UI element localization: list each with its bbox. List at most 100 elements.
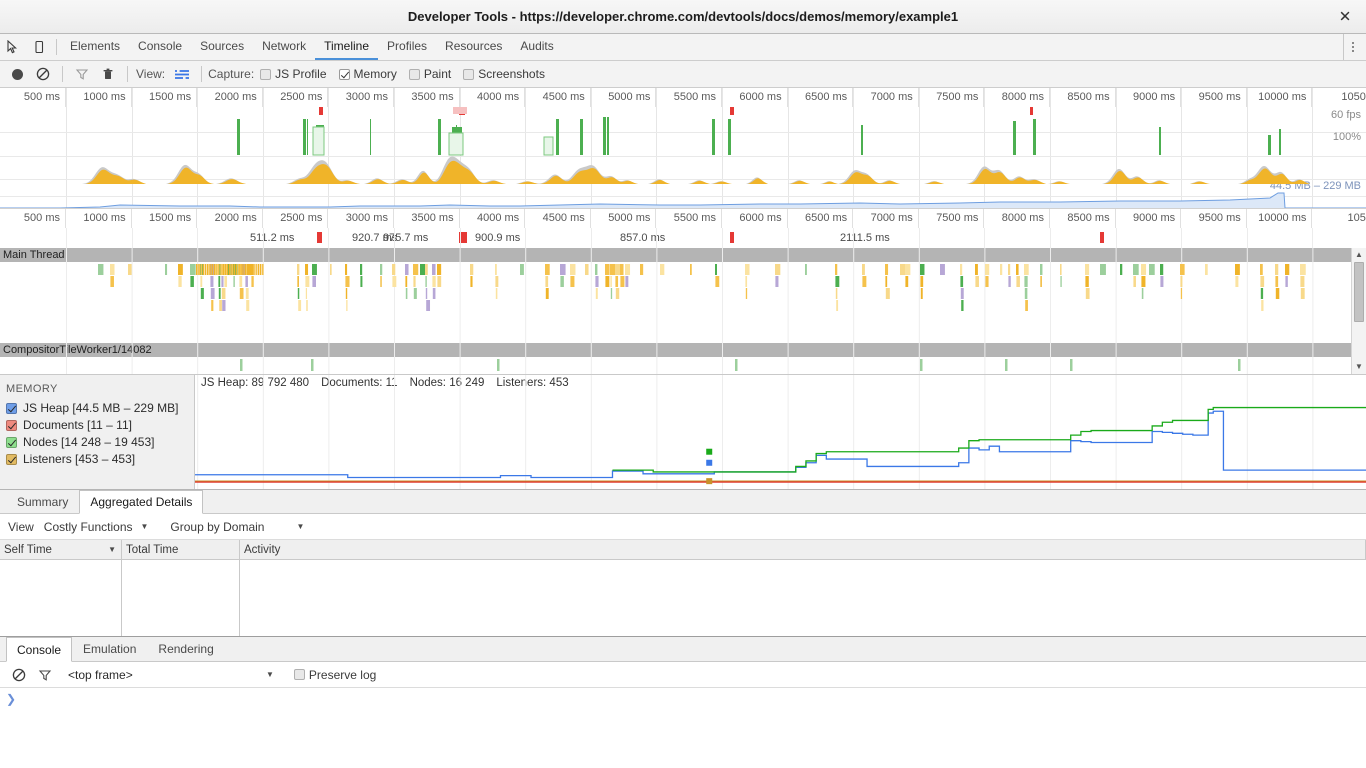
- flame-chart[interactable]: Main Thread CompositorTileWorker1/14082 …: [0, 248, 1366, 374]
- execution-context-value[interactable]: <top frame>: [68, 668, 258, 682]
- select-value: Costly Functions: [44, 520, 133, 534]
- tab-network[interactable]: Network: [253, 34, 315, 60]
- gridline: [66, 228, 67, 248]
- ruler-tick: 6500 ms: [788, 88, 854, 107]
- more-options-icon[interactable]: [1343, 34, 1362, 60]
- frame-durations: 975.7 ms511.2 ms920.7 ms900.9 ms857.0 ms…: [0, 228, 1366, 248]
- inspect-cursor-icon[interactable]: [0, 34, 26, 60]
- drawer-tab-console[interactable]: Console: [6, 637, 72, 662]
- details-tab-bar: Summary Aggregated Details: [0, 489, 1366, 514]
- gridline: [1312, 228, 1313, 248]
- ruler-tick: 3500 ms: [394, 88, 460, 107]
- table-cell-total-time: [122, 560, 240, 636]
- memory-counter-nodes[interactable]: Nodes [14 248 – 19 453]: [6, 435, 194, 449]
- checkbox-box: [260, 69, 271, 80]
- flame-chart-scrollbar[interactable]: ▲ ▼: [1351, 248, 1366, 374]
- sort-descending-icon: ▼: [108, 540, 116, 560]
- tab-profiles[interactable]: Profiles: [378, 34, 436, 60]
- capture-screenshots-checkbox[interactable]: Screenshots: [463, 67, 545, 81]
- ruler-tick: 4500 ms: [525, 88, 591, 107]
- memory-counter-js-heap[interactable]: JS Heap [44.5 MB – 229 MB]: [6, 401, 194, 415]
- memory-counter-listeners[interactable]: Listeners [453 – 453]: [6, 452, 194, 466]
- device-toolbar-icon[interactable]: [26, 34, 52, 60]
- checkbox-box: [409, 69, 420, 80]
- details-table-body[interactable]: [0, 560, 1366, 636]
- gridline: [722, 228, 723, 248]
- checkbox-box: [6, 420, 17, 431]
- scroll-down-icon[interactable]: ▼: [1352, 360, 1366, 374]
- capture-option-label: Memory: [354, 67, 397, 81]
- ruler-tick: 1050: [1312, 209, 1366, 228]
- tab-audits[interactable]: Audits: [511, 34, 562, 60]
- memory-chart[interactable]: JS Heap: 89 792 480Documents: 11Nodes: 1…: [195, 375, 1366, 489]
- record-button[interactable]: [4, 69, 30, 80]
- column-header-total-time[interactable]: Total Time: [122, 540, 240, 559]
- capture-option-label: Paint: [424, 67, 451, 81]
- drawer-tab-bar: Console Emulation Rendering: [0, 637, 1366, 662]
- gridline: [919, 228, 920, 248]
- gridline: [132, 228, 133, 248]
- ruler-tick: 7000 ms: [853, 209, 919, 228]
- scroll-up-icon[interactable]: ▲: [1352, 248, 1366, 262]
- tab-elements[interactable]: Elements: [61, 34, 129, 60]
- tab-timeline[interactable]: Timeline: [315, 34, 378, 60]
- clear-recording-icon[interactable]: [30, 67, 56, 81]
- memory-counter-documents[interactable]: Documents [11 – 11]: [6, 418, 194, 432]
- group-by-select[interactable]: Group by Domain ▼: [170, 520, 304, 534]
- preserve-log-checkbox[interactable]: Preserve log: [294, 668, 376, 682]
- scrollbar-thumb[interactable]: [1354, 262, 1364, 322]
- ruler-tick: 6000 ms: [722, 88, 788, 107]
- counter-range: [11 – 11]: [87, 418, 132, 432]
- ruler-tick: 500 ms: [0, 88, 66, 107]
- close-icon[interactable]: ✕: [1336, 9, 1354, 24]
- gridline: [1050, 228, 1051, 248]
- timeline-ruler[interactable]: 500 ms1000 ms1500 ms2000 ms2500 ms3000 m…: [0, 209, 1366, 228]
- gridline: [853, 228, 854, 248]
- trash-icon[interactable]: [95, 67, 121, 81]
- clear-console-icon[interactable]: [6, 668, 32, 682]
- ruler-tick: 5000 ms: [591, 209, 657, 228]
- counter-range: [44.5 MB – 229 MB]: [72, 401, 178, 415]
- gridline: [263, 228, 264, 248]
- ruler-tick: 9000 ms: [1116, 209, 1182, 228]
- chevron-down-icon[interactable]: ▼: [266, 670, 274, 679]
- capture-option-label: JS Profile: [275, 67, 326, 81]
- console-toolbar: <top frame> ▼ Preserve log: [0, 662, 1366, 688]
- select-value: Group by Domain: [170, 520, 264, 534]
- timeline-overview[interactable]: 500 ms1000 ms1500 ms2000 ms2500 ms3000 m…: [0, 88, 1366, 209]
- ruler-tick: 1500 ms: [132, 209, 198, 228]
- ruler-tick: 8500 ms: [1050, 88, 1116, 107]
- tab-aggregated-details[interactable]: Aggregated Details: [79, 490, 203, 514]
- toolbar-divider: [56, 39, 57, 55]
- capture-paint-checkbox[interactable]: Paint: [409, 67, 451, 81]
- timeline-ruler-section: 500 ms1000 ms1500 ms2000 ms2500 ms3000 m…: [0, 209, 1366, 248]
- checkbox-box: [6, 437, 17, 448]
- costly-functions-select[interactable]: Costly Functions ▼: [44, 520, 149, 534]
- gridline: [591, 228, 592, 248]
- frame-duration-label: 857.0 ms: [620, 228, 665, 248]
- filter-icon[interactable]: [69, 67, 95, 81]
- ruler-tick: 4000 ms: [460, 209, 526, 228]
- tab-resources[interactable]: Resources: [436, 34, 511, 60]
- capture-memory-checkbox[interactable]: Memory: [339, 67, 397, 81]
- console-output[interactable]: ❯: [0, 688, 1366, 728]
- tab-console[interactable]: Console: [129, 34, 191, 60]
- gridline: [394, 228, 395, 248]
- table-cell-self-time: [0, 560, 122, 636]
- tab-sources[interactable]: Sources: [191, 34, 253, 60]
- filter-icon[interactable]: [32, 668, 58, 682]
- ruler-tick: 2000 ms: [197, 88, 263, 107]
- column-header-self-time[interactable]: Self Time ▼: [0, 540, 122, 559]
- drawer-tab-rendering[interactable]: Rendering: [147, 637, 224, 661]
- drawer-tab-emulation[interactable]: Emulation: [72, 637, 147, 661]
- counter-name: JS Heap: [23, 401, 69, 415]
- tab-summary[interactable]: Summary: [6, 490, 79, 513]
- long-frame-marker: [730, 232, 734, 243]
- overview-ruler[interactable]: 500 ms1000 ms1500 ms2000 ms2500 ms3000 m…: [0, 88, 1366, 107]
- long-frame-marker: [1100, 232, 1104, 243]
- capture-js-profile-checkbox[interactable]: JS Profile: [260, 67, 326, 81]
- column-header-activity[interactable]: Activity: [240, 540, 1366, 559]
- long-frame-marker: [317, 232, 322, 243]
- ruler-tick: 6000 ms: [722, 209, 788, 228]
- view-mode-icon[interactable]: [169, 67, 195, 81]
